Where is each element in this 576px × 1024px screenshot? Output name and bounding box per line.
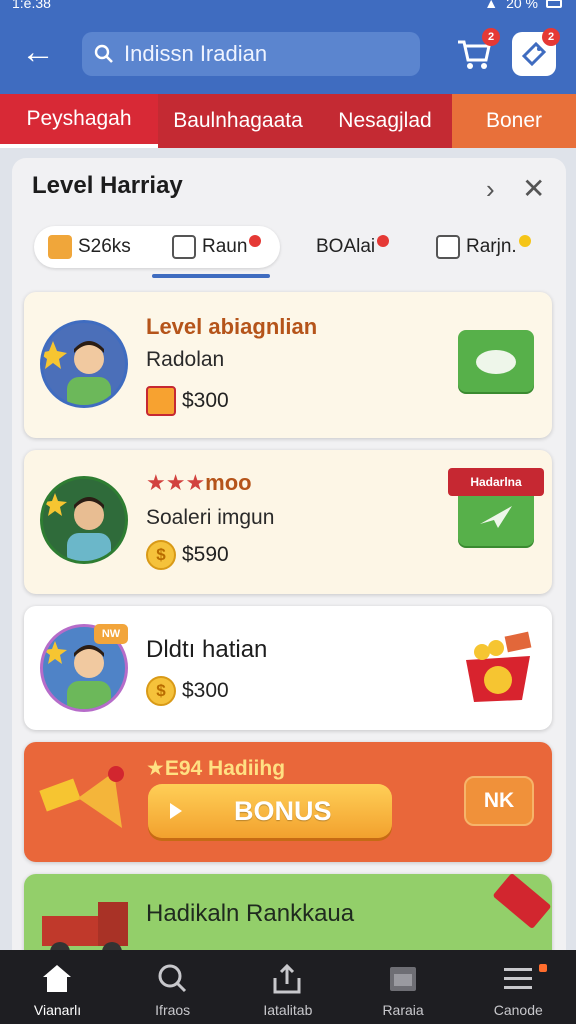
calendar-icon: [389, 967, 416, 991]
nav-label: Canode: [493, 1002, 543, 1018]
price-value: $300: [182, 679, 229, 702]
tab-rarjn[interactable]: Rarjn.: [436, 232, 531, 262]
notification-dot: [249, 235, 262, 247]
tab-boalai[interactable]: BOAlai: [316, 232, 390, 262]
battery-icon: [546, 0, 562, 8]
megaphone-icon: [39, 766, 124, 828]
tab-label: BOAlai: [316, 236, 376, 257]
nav-label: Vianarlı: [33, 1002, 82, 1018]
nav-calendar[interactable]: Raraia: [346, 950, 461, 1024]
nav-label: Ifraos: [155, 1002, 191, 1018]
star-icon: ★: [146, 757, 165, 780]
reward-card-3[interactable]: NW Dldtı hatian $ $300: [24, 606, 552, 730]
card-title: ★E94 Hadiihg: [146, 757, 286, 780]
arrow-tag-icon: [492, 872, 552, 930]
card-price: $300: [146, 386, 229, 416]
avatar: [40, 320, 128, 408]
card-subtitle: Radolan: [146, 348, 225, 371]
avatar: [40, 476, 128, 564]
play-icon: [170, 803, 182, 819]
back-arrow-icon[interactable]: ←: [18, 32, 58, 72]
person-icon: [43, 493, 111, 561]
home-icon: [43, 965, 71, 992]
sheet-title: Level Harriay: [32, 172, 183, 199]
dish-icon: [476, 350, 516, 374]
card-title: Hadikaln Rankkaua: [146, 900, 355, 927]
category-tab-4[interactable]: Boner: [452, 94, 576, 148]
signal-icon: ▲: [484, 0, 499, 11]
cart-badge: 2: [482, 28, 500, 46]
notification-dot: [538, 964, 547, 972]
nav-home[interactable]: Vianarlı: [0, 950, 115, 1024]
category-bar: Peyshagah Baulnhagaata Nesagjlad Boner: [0, 94, 576, 148]
nav-menu[interactable]: Canode: [461, 950, 576, 1024]
battery-percent: 20 %: [506, 0, 538, 11]
popcorn-box-icon: [466, 631, 532, 702]
bonus-card[interactable]: ★E94 Hadiihg BONUS NK: [24, 742, 552, 862]
coin-icon: $: [146, 676, 176, 706]
menu-icon: [503, 968, 532, 989]
basket-icon: [48, 235, 72, 259]
ribbon-badge: Hadarlna: [448, 468, 544, 496]
bonus-label: BONUS: [234, 795, 332, 826]
coin-dot: [518, 235, 531, 247]
nav-label: Raraia: [382, 1002, 424, 1018]
tab-label: Raun: [202, 236, 248, 257]
search-input[interactable]: Indissn Iradian: [82, 32, 420, 76]
cart-button[interactable]: 2: [452, 28, 500, 76]
nk-button[interactable]: NK: [464, 776, 534, 826]
notification-dot: [377, 235, 390, 247]
gift-badge: 2: [542, 28, 560, 46]
card-subtitle: Soaleri imgun: [146, 506, 275, 529]
reward-card-2[interactable]: ★★★moo Soaleri imgun $ $590 Hadarlna: [24, 450, 552, 594]
category-tab-3[interactable]: Nesagjlad: [318, 94, 452, 148]
document-icon: [436, 235, 460, 259]
card-title: Dldtı hatian: [146, 636, 268, 663]
sheet-tabs: S26ks Raun BOAlai Rarjn.: [12, 226, 566, 282]
nav-label: Iatalitab: [263, 1002, 313, 1018]
bottom-navigation: Vianarlı Ifraos Iatalitab Raraia Canode: [0, 950, 576, 1024]
share-icon: [273, 963, 301, 994]
card-title: ★★★moo: [146, 470, 252, 495]
claim-button[interactable]: [458, 330, 534, 392]
card-price: $ $300: [146, 676, 229, 706]
active-tab-underline: [152, 274, 270, 278]
status-time: 1:e.38: [12, 0, 51, 11]
tab-label: S26ks: [78, 236, 131, 257]
tab-s26ks[interactable]: S26ks: [48, 232, 131, 262]
chevron-right-icon[interactable]: ›: [486, 174, 495, 205]
category-tab-2[interactable]: Baulnhagaata: [158, 94, 318, 148]
search-icon: [158, 964, 187, 993]
new-badge: NW: [94, 624, 128, 644]
fries-icon: [146, 386, 176, 416]
status-bar: 1:e.38 ▲ 20 %: [0, 0, 576, 14]
price-value: $590: [182, 543, 229, 566]
person-icon: [43, 341, 111, 405]
tab-raun[interactable]: Raun: [172, 232, 262, 262]
nav-search[interactable]: Ifraos: [115, 950, 230, 1024]
coin-icon: $: [146, 540, 176, 570]
category-tab-1[interactable]: Peyshagah: [0, 94, 158, 148]
card-price: $ $590: [146, 540, 229, 570]
gift-button[interactable]: 2: [512, 28, 560, 76]
bonus-button[interactable]: BONUS: [148, 784, 392, 838]
price-value: $300: [182, 389, 229, 412]
search-text: Indissn Iradian: [124, 41, 268, 66]
app-bar: ← Indissn Iradian 2 2: [0, 14, 576, 94]
status-icons: ▲ 20 %: [484, 0, 562, 11]
close-icon[interactable]: ✕: [522, 172, 545, 205]
card-title: Level abiagnlian: [146, 314, 318, 339]
reward-card-1[interactable]: Level abiagnlian Radolan $300: [24, 292, 552, 438]
stars-icon: ★★★: [146, 470, 206, 495]
calendar-icon: [172, 235, 196, 259]
tab-label: Rarjn.: [466, 236, 517, 257]
search-icon: [94, 44, 113, 63]
nav-share[interactable]: Iatalitab: [230, 950, 345, 1024]
